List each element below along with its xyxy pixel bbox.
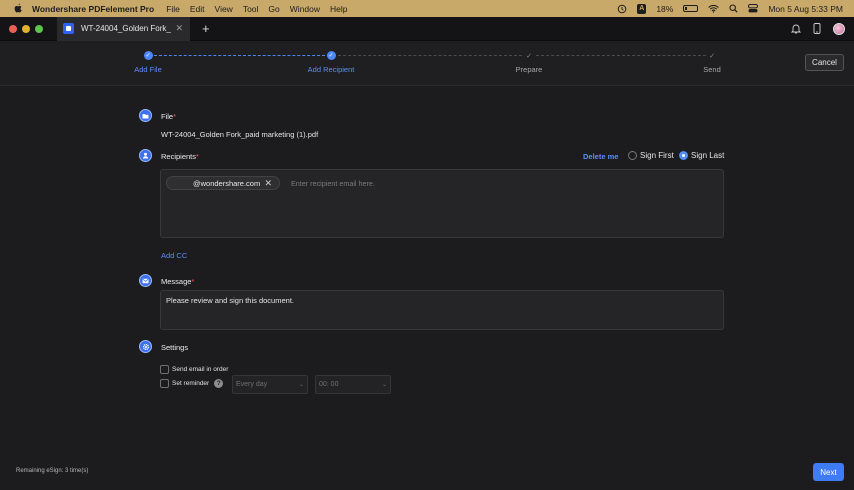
menu-view[interactable]: View bbox=[215, 4, 233, 14]
settings-label: Settings bbox=[161, 343, 189, 352]
menu-file[interactable]: File bbox=[166, 4, 180, 14]
help-icon[interactable]: ? bbox=[214, 379, 224, 388]
message-textarea[interactable]: Please review and sign this document. bbox=[160, 290, 724, 330]
step-label: Prepare bbox=[515, 65, 543, 74]
user-avatar[interactable] bbox=[833, 22, 845, 35]
time-machine-icon[interactable] bbox=[617, 4, 627, 14]
recipients-label: Recipients* bbox=[161, 152, 199, 161]
send-in-order-label: Send email in order bbox=[172, 366, 229, 373]
minimize-window-button[interactable] bbox=[22, 24, 30, 33]
required-mark: * bbox=[196, 152, 199, 161]
battery-icon[interactable] bbox=[683, 5, 699, 12]
message-label-text: Message bbox=[161, 277, 192, 286]
file-name: WT-24004_Golden Fork_paid marketing (1).… bbox=[161, 130, 319, 139]
search-icon[interactable] bbox=[729, 4, 738, 13]
bell-icon[interactable] bbox=[791, 23, 801, 34]
wifi-icon[interactable] bbox=[708, 4, 719, 13]
menu-window[interactable]: Window bbox=[290, 4, 320, 14]
message-label: Message* bbox=[161, 277, 194, 286]
reminder-time-select[interactable]: 00: 00 ⌄ bbox=[315, 375, 391, 394]
step-label: Add File bbox=[134, 65, 162, 74]
menu-edit[interactable]: Edit bbox=[190, 4, 205, 14]
settings-gear-icon bbox=[139, 340, 152, 353]
reminder-frequency-select[interactable]: Every day ⌄ bbox=[232, 375, 308, 394]
check-icon: ✓ bbox=[143, 51, 153, 60]
file-label: File* bbox=[161, 112, 176, 121]
step-add-file: ✓ Add File bbox=[108, 51, 188, 74]
remaining-esign-count: Remaining eSign: 3 time(s) bbox=[16, 468, 89, 474]
time-value: 00: 00 bbox=[319, 381, 339, 388]
sign-last-radio[interactable]: Sign Last bbox=[679, 151, 724, 160]
pdfelement-icon bbox=[63, 23, 74, 34]
new-tab-button[interactable]: + bbox=[202, 21, 210, 36]
step-prepare: ✓ Prepare bbox=[489, 51, 569, 75]
close-window-button[interactable] bbox=[9, 24, 17, 33]
chevron-down-icon: ⌄ bbox=[381, 382, 387, 388]
window-tab-bar: WT-24004_Golden Fork_... ✕ + bbox=[0, 16, 854, 41]
step-label: Send bbox=[703, 65, 721, 74]
recipient-input-area[interactable]: @wondershare.com ✕ Enter recipient email… bbox=[160, 169, 724, 238]
sign-first-label: Sign First bbox=[640, 151, 674, 160]
set-reminder-checkbox[interactable]: Set reminder ? bbox=[160, 379, 224, 388]
input-source-icon[interactable]: A bbox=[637, 3, 647, 14]
sign-first-radio[interactable]: Sign First bbox=[628, 151, 674, 160]
apple-icon[interactable] bbox=[13, 3, 23, 14]
recipients-label-text: Recipients bbox=[161, 152, 197, 161]
mobile-device-icon[interactable] bbox=[813, 23, 821, 34]
chevron-down-icon: ⌄ bbox=[298, 382, 304, 388]
menu-tool[interactable]: Tool bbox=[243, 4, 259, 14]
recipient-icon bbox=[139, 149, 152, 162]
next-button[interactable]: Next bbox=[813, 463, 844, 481]
required-mark: * bbox=[173, 112, 177, 121]
set-reminder-label: Set reminder bbox=[172, 380, 210, 387]
document-tab[interactable]: WT-24004_Golden Fork_... ✕ bbox=[57, 16, 190, 41]
esign-stepper: ✓ Add File ✓ Add Recipient ✓ Prepare ✓ S… bbox=[0, 41, 854, 86]
esign-form: File* WT-24004_Golden Fork_paid marketin… bbox=[0, 86, 854, 490]
window-controls bbox=[9, 24, 43, 33]
message-icon bbox=[139, 274, 152, 287]
battery-percent: 18% bbox=[656, 3, 674, 14]
step-send: ✓ Send bbox=[672, 51, 752, 75]
zoom-window-button[interactable] bbox=[35, 24, 43, 33]
delete-me-link[interactable]: Delete me bbox=[583, 152, 618, 161]
checkbox-box[interactable] bbox=[160, 365, 169, 374]
sign-last-label: Sign Last bbox=[691, 151, 725, 160]
recipient-email-input[interactable]: Enter recipient email here. bbox=[291, 179, 375, 188]
radio-circle-selected[interactable] bbox=[679, 151, 688, 160]
clock[interactable]: Mon 5 Aug 5:33 PM bbox=[768, 4, 843, 14]
folder-icon bbox=[139, 109, 152, 122]
close-tab-icon[interactable]: ✕ bbox=[175, 23, 183, 34]
add-cc-link[interactable]: Add CC bbox=[161, 251, 187, 260]
file-label-text: File bbox=[161, 112, 174, 121]
tab-title: WT-24004_Golden Fork_... bbox=[81, 24, 172, 33]
menu-help[interactable]: Help bbox=[330, 4, 347, 14]
menu-bar: Wondershare PDFelement Pro File Edit Vie… bbox=[0, 0, 854, 17]
check-icon: ✓ bbox=[709, 52, 715, 60]
battery-fill bbox=[685, 7, 688, 10]
check-icon: ✓ bbox=[526, 52, 532, 60]
recipient-chip[interactable]: @wondershare.com ✕ bbox=[166, 176, 280, 190]
required-mark: * bbox=[191, 277, 195, 286]
control-center-icon[interactable] bbox=[748, 4, 759, 13]
frequency-value: Every day bbox=[236, 381, 268, 388]
menu-go[interactable]: Go bbox=[268, 4, 279, 14]
step-label: Add Recipient bbox=[307, 65, 355, 74]
step-add-recipient: ✓ Add Recipient bbox=[291, 51, 371, 74]
app-menu-name[interactable]: Wondershare PDFelement Pro bbox=[32, 4, 154, 14]
check-icon: ✓ bbox=[326, 51, 336, 60]
checkbox-box[interactable] bbox=[160, 379, 169, 388]
send-in-order-checkbox[interactable]: Send email in order bbox=[160, 365, 228, 374]
cancel-button[interactable]: Cancel bbox=[805, 54, 844, 71]
radio-circle[interactable] bbox=[628, 151, 637, 160]
remove-recipient-icon[interactable]: ✕ bbox=[264, 178, 272, 189]
recipient-email: @wondershare.com bbox=[193, 178, 261, 188]
